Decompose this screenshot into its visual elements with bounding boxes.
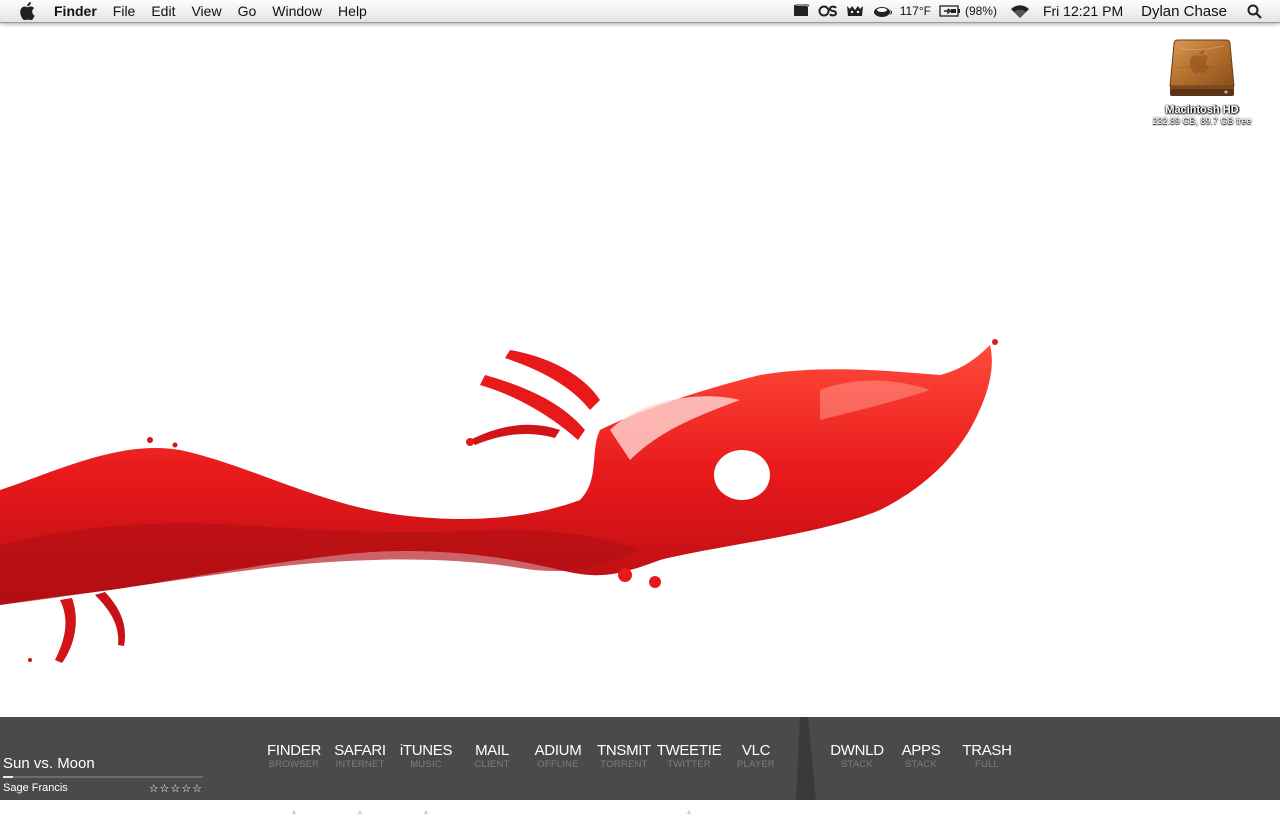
menu-view[interactable]: View	[183, 0, 229, 22]
now-playing-widget[interactable]: Sun vs. Moon Sage Francis ☆☆☆☆☆	[3, 755, 203, 795]
dock-item-mail[interactable]: MAIL CLIENT	[457, 743, 527, 770]
macintosh-hd-icon[interactable]: Macintosh HD 232.89 GB, 89.7 GB free	[1140, 38, 1264, 126]
now-playing-artist: Sage Francis	[3, 782, 68, 794]
running-indicator-icon: ▲	[422, 809, 430, 816]
dock-stack-applications[interactable]: APPS STACK	[886, 743, 956, 770]
menu-extra-display-icon[interactable]	[792, 4, 810, 18]
now-playing-song: Sun vs. Moon	[3, 755, 95, 772]
dock-item-finder[interactable]: FINDER BROWSER ▲	[259, 742, 329, 816]
dock-item-title: SAFARI	[334, 742, 386, 759]
dock-item-subtitle: BROWSER	[268, 759, 320, 770]
wallpaper-red-splash	[0, 339, 998, 663]
dock-item-subtitle: PLAYER	[737, 759, 775, 770]
now-playing-progress-bar[interactable]	[3, 776, 203, 778]
menu-file[interactable]: File	[105, 0, 144, 22]
menu-extra-os-icon[interactable]	[818, 4, 838, 18]
dock-item-subtitle: OFFLINE	[537, 759, 579, 770]
now-playing-progress-fill	[3, 776, 13, 778]
dock-item-title: DWNLD	[830, 742, 884, 759]
menu-go[interactable]: Go	[230, 0, 265, 22]
dock-stack-downloads[interactable]: DWNLD STACK	[822, 743, 892, 770]
dock-item-title: iTUNES	[399, 742, 453, 759]
dock-item-subtitle: STACK	[841, 759, 873, 770]
dock-item-subtitle: FULL	[974, 759, 1000, 770]
spotlight-search-icon[interactable]	[1247, 4, 1262, 19]
dock-item-subtitle: TORRENT	[600, 759, 648, 770]
menu-bar: Finder File Edit View Go Window Help 117…	[0, 0, 1280, 23]
dock-item-title: ADIUM	[534, 742, 582, 759]
dock-item-subtitle: STACK	[905, 759, 937, 770]
drive-name: Macintosh HD	[1165, 104, 1239, 116]
dock: Sun vs. Moon Sage Francis ☆☆☆☆☆ FINDER B…	[0, 717, 1280, 816]
dock-item-itunes[interactable]: iTUNES MUSIC ▲	[391, 742, 461, 816]
apple-logo-icon[interactable]	[19, 2, 37, 20]
menu-window[interactable]: Window	[264, 0, 330, 22]
dock-separator	[796, 717, 816, 800]
dock-item-subtitle: MUSIC	[410, 759, 442, 770]
dock-item-title: MAIL	[475, 742, 509, 759]
menu-clock[interactable]: Fri 12:21 PM	[1043, 3, 1123, 19]
menu-edit[interactable]: Edit	[143, 0, 183, 22]
temperature-readout[interactable]: 117°F	[900, 4, 931, 18]
dock-item-title: TRASH	[962, 742, 1012, 759]
rating-stars[interactable]: ☆☆☆☆☆	[149, 782, 203, 795]
menu-extra-caffeine-icon[interactable]	[872, 4, 892, 18]
menu-extra-growl-icon[interactable]	[846, 4, 864, 18]
running-indicator-icon: ▲	[356, 809, 364, 816]
dock-item-title: VLC	[741, 742, 771, 759]
running-indicator-icon: ▲	[290, 809, 298, 816]
user-name[interactable]: Dylan Chase	[1141, 3, 1227, 20]
battery-percent[interactable]: (98%)	[965, 4, 997, 18]
dock-item-title: TNSMIT	[596, 742, 652, 759]
dock-trash[interactable]: TRASH FULL	[952, 743, 1022, 770]
dock-item-tweetie[interactable]: TWEETIE TWITTER ▲	[654, 742, 724, 816]
dock-item-title: TWEETIE	[656, 742, 722, 759]
menu-help[interactable]: Help	[330, 0, 375, 22]
drive-info: 232.89 GB, 89.7 GB free	[1152, 116, 1252, 126]
dock-item-title: APPS	[901, 742, 941, 759]
battery-icon[interactable]	[939, 5, 961, 17]
hard-drive-icon	[1169, 39, 1235, 96]
dock-item-vlc[interactable]: VLC PLAYER	[721, 743, 791, 770]
running-indicator-icon: ▲	[685, 809, 693, 816]
dock-item-subtitle: INTERNET	[335, 759, 385, 770]
dock-item-subtitle: CLIENT	[474, 759, 510, 770]
dock-item-subtitle: TWITTER	[667, 759, 711, 770]
wifi-icon[interactable]	[1010, 4, 1030, 19]
dock-item-adium[interactable]: ADIUM OFFLINE	[523, 743, 593, 770]
menu-app-finder[interactable]: Finder	[54, 0, 105, 22]
dock-item-safari[interactable]: SAFARI INTERNET ▲	[325, 742, 395, 816]
dock-item-title: FINDER	[266, 742, 322, 759]
dock-item-transmit[interactable]: TNSMIT TORRENT	[589, 743, 659, 770]
